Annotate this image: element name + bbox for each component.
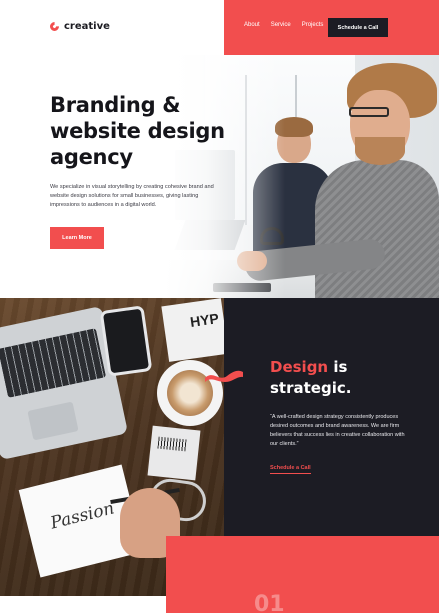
person-foreground bbox=[315, 160, 439, 298]
schedule-call-button[interactable]: Schedule a Call bbox=[328, 18, 388, 37]
feature-title-accent: Design bbox=[270, 358, 329, 376]
hero-title: Branding & website design agency bbox=[50, 93, 225, 169]
red-accent-block bbox=[166, 536, 439, 613]
logo-icon bbox=[48, 20, 61, 33]
nav-service[interactable]: Service bbox=[271, 22, 291, 28]
learn-more-button[interactable]: Learn More bbox=[50, 227, 104, 249]
swoosh-decoration-icon bbox=[205, 370, 243, 382]
section-number: 01 bbox=[254, 592, 285, 613]
nav-projects[interactable]: Projects bbox=[302, 22, 324, 28]
feature-quote: “A well-crafted design strategy consiste… bbox=[270, 414, 405, 447]
smartphone bbox=[99, 305, 153, 377]
hero-description: We specialize in visual storytelling by … bbox=[50, 184, 214, 208]
glasses bbox=[349, 107, 389, 117]
feature-title: Design is strategic. bbox=[270, 358, 352, 397]
book bbox=[161, 298, 224, 362]
main-nav: About Service Projects bbox=[244, 22, 323, 28]
logo-text: creative bbox=[64, 21, 110, 32]
schedule-call-link[interactable]: Schedule a Call bbox=[270, 465, 311, 474]
logo[interactable]: creative bbox=[48, 20, 110, 33]
hero-section: creative About Service Projects Schedule… bbox=[0, 0, 439, 298]
business-card bbox=[147, 425, 201, 481]
nav-about[interactable]: About bbox=[244, 22, 260, 28]
